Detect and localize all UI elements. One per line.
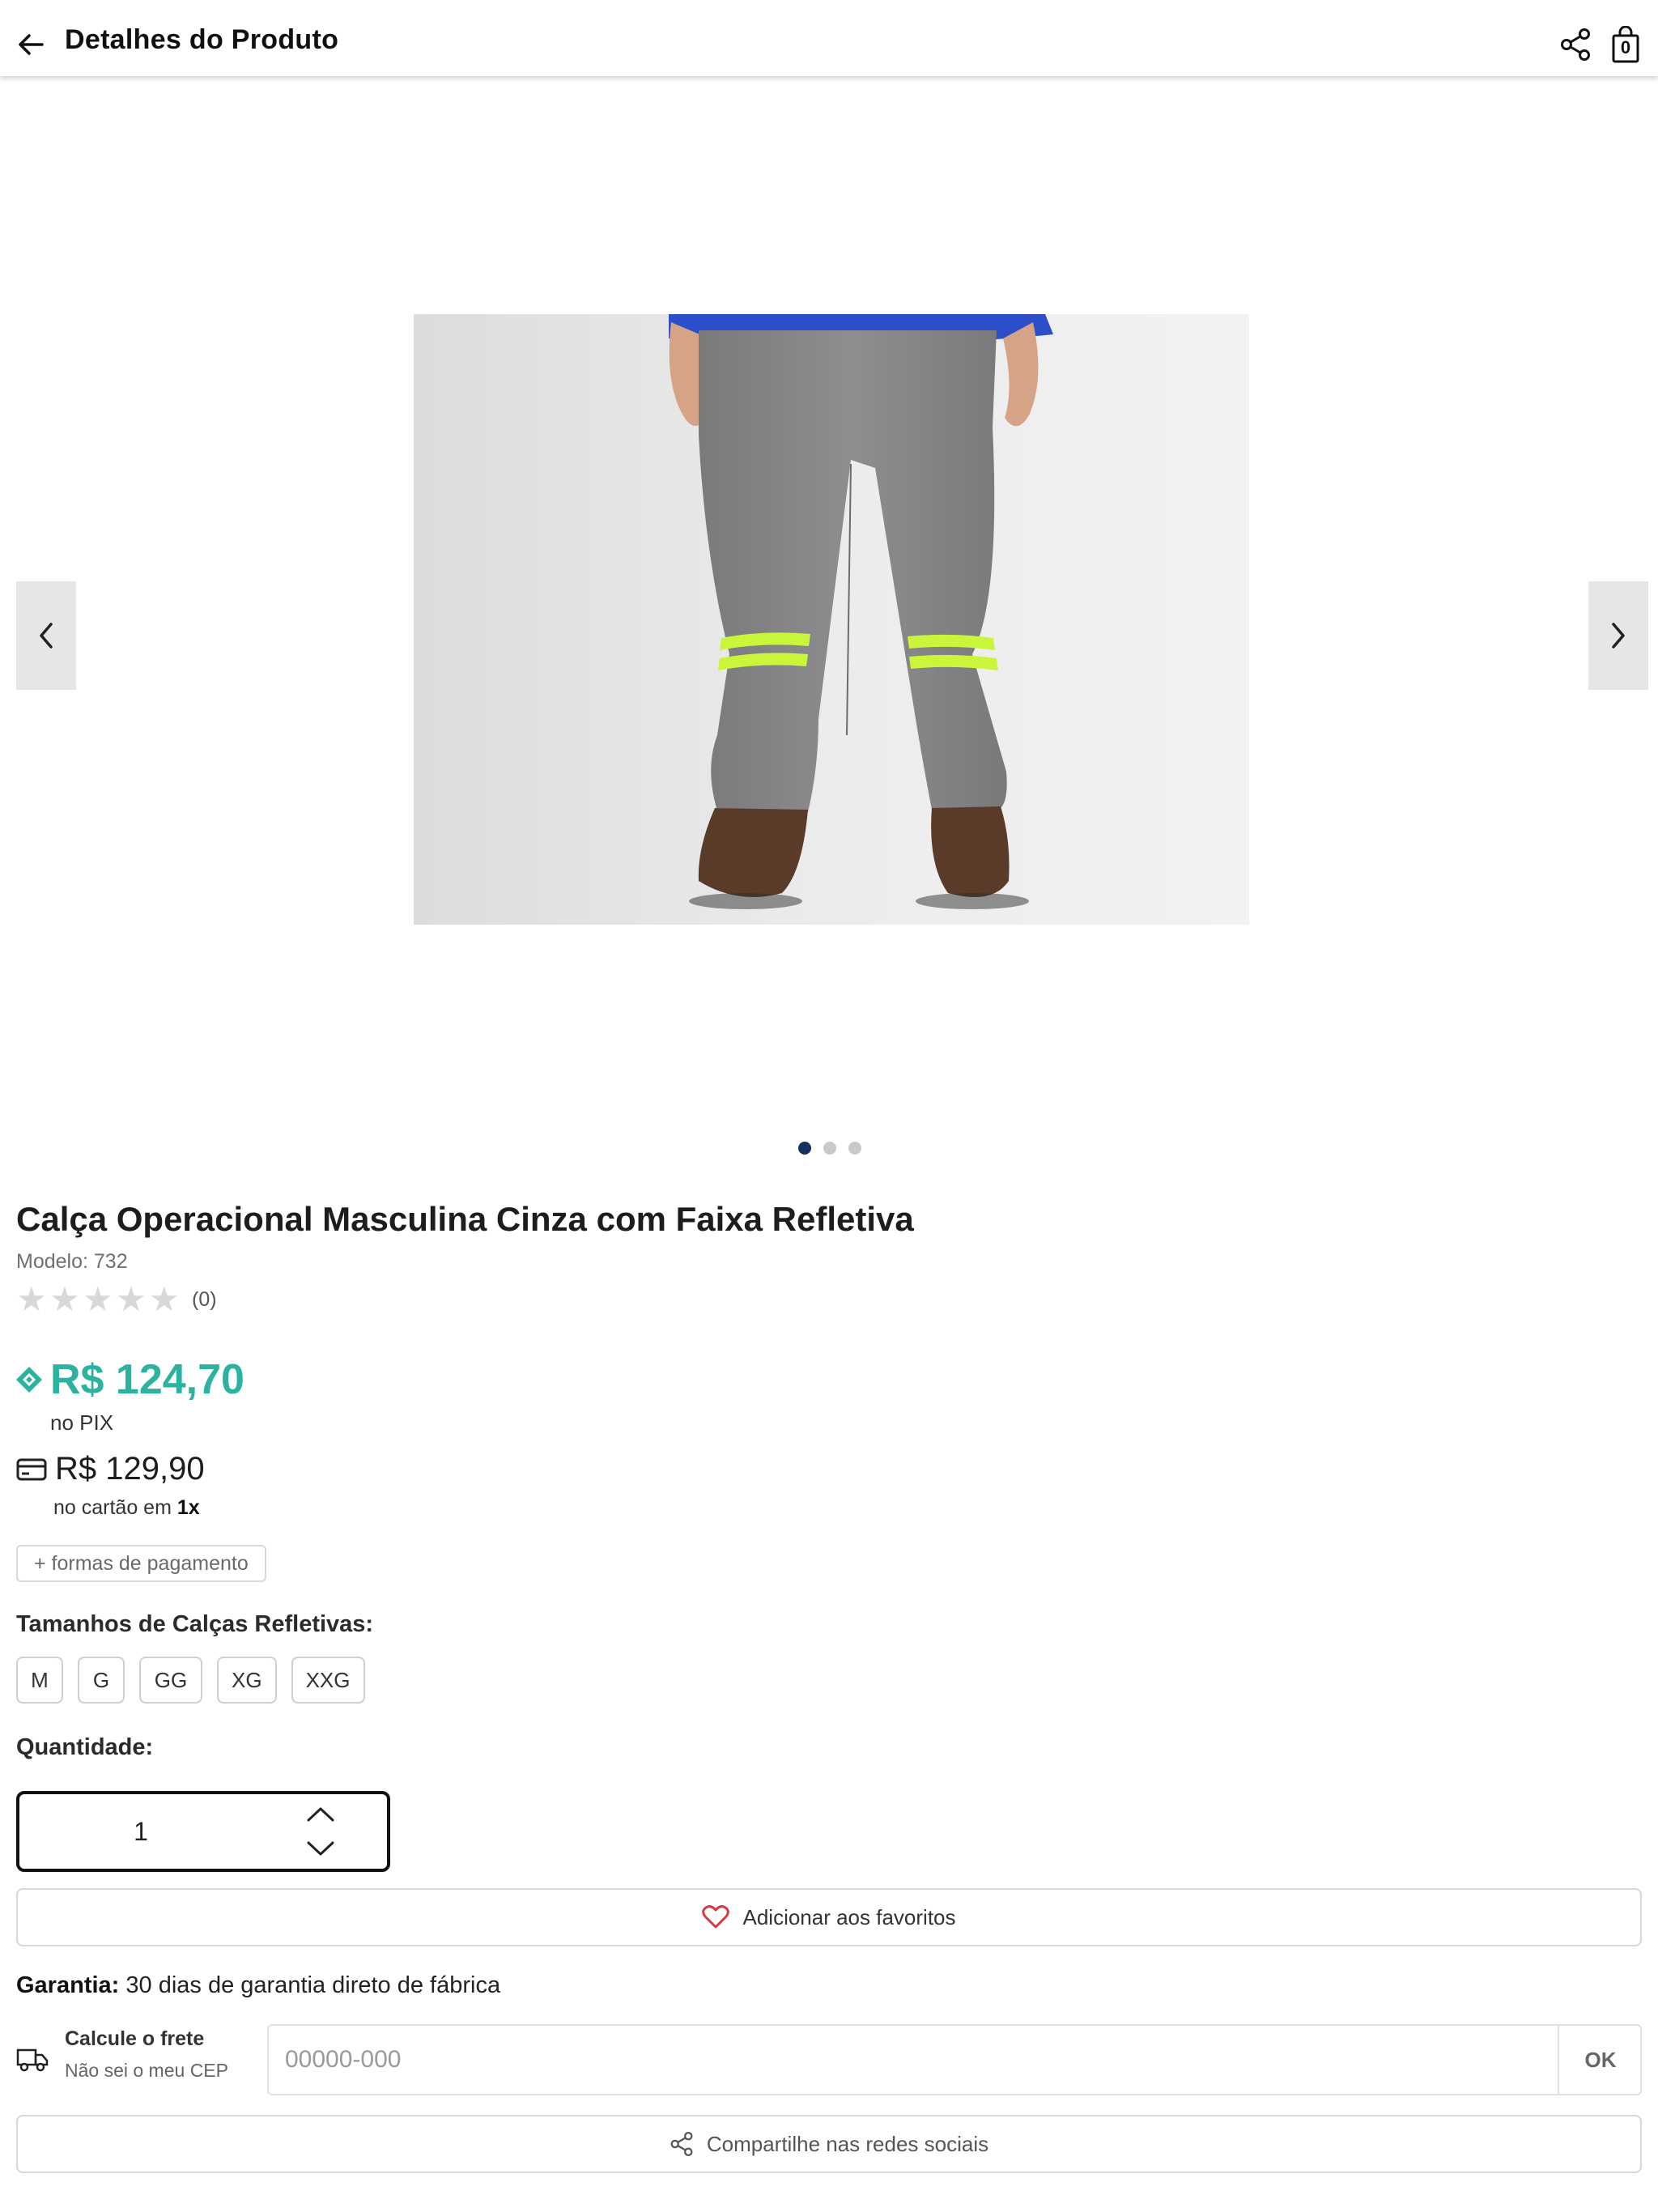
add-to-favorites-button[interactable]: Adicionar aos favoritos xyxy=(16,1888,1642,1946)
card-price-row: R$ 129,90 xyxy=(16,1451,205,1487)
product-title: Calça Operacional Masculina Cinza com Fa… xyxy=(16,1200,914,1238)
product-model: Modelo: 732 xyxy=(16,1250,128,1273)
cart-count-badge: 0 xyxy=(1620,37,1631,57)
sizes-title: Tamanhos de Calças Refletivas: xyxy=(16,1611,374,1637)
payment-methods-button[interactable]: + formas de pagamento xyxy=(16,1545,266,1582)
pix-icon xyxy=(16,1367,42,1393)
quantity-value[interactable]: 1 xyxy=(19,1794,262,1869)
card-label: no cartão em 1x xyxy=(53,1496,200,1520)
size-option-xxg[interactable]: XXG xyxy=(291,1657,365,1704)
share-social-label: Compartilhe nas redes sociais xyxy=(706,2131,989,2156)
warranty-text: 30 dias de garantia direto de fábrica xyxy=(119,1972,501,1998)
card-label-text: no cartão em xyxy=(53,1496,177,1519)
gallery-dot-2[interactable] xyxy=(823,1142,836,1155)
chevron-right-icon xyxy=(1612,623,1625,649)
quantity-stepper[interactable]: 1 xyxy=(16,1791,390,1872)
quantity-title: Quantidade: xyxy=(16,1734,154,1760)
credit-card-icon xyxy=(16,1458,47,1480)
gallery-prev-button[interactable] xyxy=(16,581,76,690)
heart-icon xyxy=(702,1905,730,1929)
warranty-info: Garantia: 30 dias de garantia direto de … xyxy=(16,1972,500,1999)
chevron-up-icon[interactable] xyxy=(304,1802,337,1827)
gallery-pagination xyxy=(798,1142,861,1155)
card-installments: 1x xyxy=(176,1496,200,1519)
size-options: M G GG XG XXG xyxy=(16,1657,365,1704)
chevron-left-icon xyxy=(40,623,53,649)
cep-form: OK xyxy=(267,2024,1642,2095)
star-icon: ★ xyxy=(83,1280,113,1318)
unknown-cep-link[interactable]: Não sei o meu CEP xyxy=(65,2060,228,2082)
star-icon: ★ xyxy=(149,1280,180,1318)
size-option-gg[interactable]: GG xyxy=(139,1657,202,1704)
warranty-label: Garantia: xyxy=(16,1972,120,1998)
product-image xyxy=(414,314,1249,925)
product-rating[interactable]: ★ ★ ★ ★ ★ (0) xyxy=(16,1283,217,1317)
cep-input[interactable] xyxy=(269,2026,1558,2094)
cep-ok-button[interactable]: OK xyxy=(1558,2026,1642,2094)
product-gallery xyxy=(0,76,1658,1185)
pix-label: no PIX xyxy=(50,1410,114,1435)
pix-price: R$ 124,70 xyxy=(50,1356,244,1403)
top-app-bar: Detalhes do Produto 0 xyxy=(0,0,1658,76)
share-icon[interactable] xyxy=(1559,28,1592,62)
size-option-xg[interactable]: XG xyxy=(217,1657,277,1704)
size-option-m[interactable]: M xyxy=(16,1657,63,1704)
star-icon: ★ xyxy=(49,1280,80,1318)
share-social-button[interactable]: Compartilhe nas redes sociais xyxy=(16,2115,1642,2173)
shipping-title: Calcule o frete xyxy=(65,2027,205,2050)
star-icon: ★ xyxy=(16,1280,47,1318)
size-option-g[interactable]: G xyxy=(78,1657,125,1704)
page-title: Detalhes do Produto xyxy=(65,24,339,55)
add-to-favorites-label: Adicionar aos favoritos xyxy=(742,1904,956,1929)
pix-price-row: R$ 124,70 xyxy=(15,1355,244,1404)
chevron-down-icon[interactable] xyxy=(304,1836,337,1861)
card-price: R$ 129,90 xyxy=(55,1451,205,1487)
gallery-next-button[interactable] xyxy=(1588,581,1648,690)
shopping-bag-icon[interactable]: 0 xyxy=(1611,25,1640,63)
share-icon xyxy=(670,2132,693,2156)
gallery-dot-1[interactable] xyxy=(798,1142,811,1155)
rating-count: (0) xyxy=(192,1287,217,1311)
star-icon: ★ xyxy=(116,1280,147,1318)
truck-icon xyxy=(16,2047,49,2073)
gallery-dot-3[interactable] xyxy=(848,1142,861,1155)
back-arrow-icon[interactable] xyxy=(15,28,49,62)
